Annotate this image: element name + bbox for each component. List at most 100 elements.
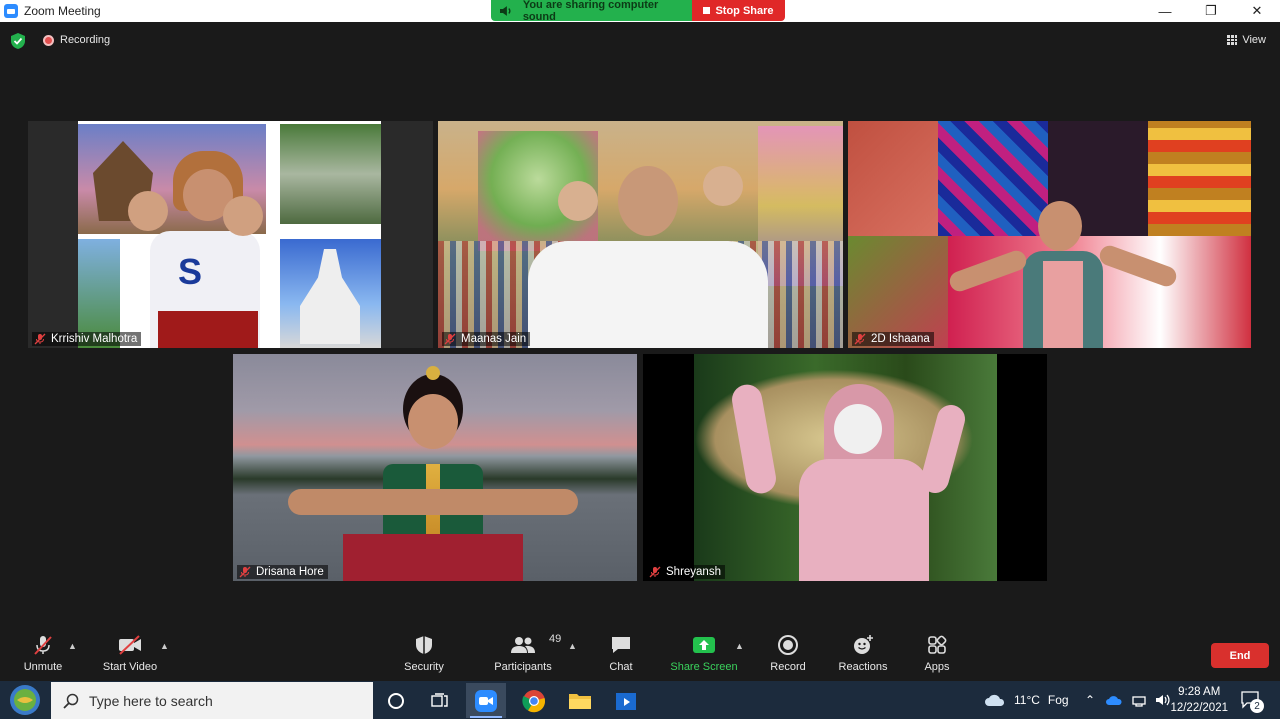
zoom-icon — [475, 689, 497, 712]
cortana-button[interactable] — [376, 683, 416, 718]
volume-icon[interactable] — [1155, 693, 1171, 707]
restore-button[interactable]: ❐ — [1188, 0, 1234, 22]
muted-mic-icon — [444, 333, 456, 345]
share-screen-button[interactable]: Share Screen — [668, 631, 740, 673]
meeting-top-bar: Recording View — [0, 22, 1280, 60]
start-video-label: Start Video — [102, 661, 158, 673]
video-options-caret[interactable]: ▲ — [160, 641, 169, 651]
muted-mic-icon — [854, 333, 866, 345]
security-button[interactable]: Security — [399, 631, 449, 673]
shield-icon — [416, 636, 432, 654]
participant-name-tag: Drisana Hore — [237, 565, 328, 579]
search-placeholder: Type here to search — [89, 692, 213, 709]
task-view-icon — [431, 692, 448, 707]
apps-label: Apps — [924, 661, 950, 673]
close-button[interactable]: ✕ — [1234, 0, 1280, 22]
chat-icon — [612, 637, 630, 653]
start-video-button[interactable]: Start Video — [100, 631, 160, 673]
onedrive-icon[interactable] — [1105, 694, 1123, 706]
security-label: Security — [404, 661, 444, 673]
participant-video: S — [78, 121, 381, 348]
stop-share-button[interactable]: Stop Share — [692, 0, 785, 21]
participant-video — [694, 354, 997, 581]
audio-options-caret[interactable]: ▲ — [68, 641, 77, 651]
participants-label: Participants — [494, 661, 552, 673]
start-orb-icon — [10, 685, 40, 715]
apps-button[interactable]: Apps — [918, 631, 956, 673]
video-tile-drisana[interactable]: Drisana Hore — [233, 354, 637, 581]
encryption-shield-icon[interactable] — [11, 33, 25, 49]
muted-mic-icon — [649, 566, 661, 578]
chrome-icon — [522, 689, 546, 712]
participant-name: Shreyansh — [666, 566, 721, 578]
smiley-icon — [854, 635, 873, 654]
taskbar-file-explorer[interactable] — [560, 683, 600, 718]
search-icon — [63, 693, 79, 709]
video-tile-krrishiv[interactable]: S Krrishiv Malhotra — [28, 121, 433, 348]
participant-name-tag: Shreyansh — [647, 565, 725, 579]
sharing-sound-text: You are sharing computer sound — [522, 0, 659, 21]
grid-view-icon — [1227, 35, 1238, 45]
reactions-label: Reactions — [838, 661, 888, 673]
weather-temp: 11°C — [1014, 693, 1040, 707]
tray-icons: ⌃ — [1085, 681, 1171, 719]
weather-widget[interactable]: 11°C Fog — [984, 681, 1069, 719]
reactions-button[interactable]: Reactions — [836, 631, 890, 673]
cortana-icon — [388, 692, 404, 709]
chat-label: Chat — [609, 661, 633, 673]
share-banner: You are sharing computer sound Stop Shar… — [491, 0, 785, 21]
weather-condition: Fog — [1047, 693, 1069, 707]
network-icon[interactable] — [1131, 693, 1147, 707]
unmute-button[interactable]: Unmute — [18, 631, 68, 673]
participants-icon — [511, 637, 535, 653]
window-controls: — ❐ ✕ — [1142, 0, 1280, 22]
view-label: View — [1242, 34, 1266, 46]
start-button[interactable] — [6, 684, 44, 716]
participant-name: Maanas Jain — [461, 333, 527, 345]
folder-icon — [569, 693, 591, 709]
participant-name: 2D Ishaana — [871, 333, 930, 345]
participant-video — [438, 121, 843, 348]
participants-button[interactable]: 49 Participants — [490, 631, 561, 673]
minimize-button[interactable]: — — [1142, 0, 1188, 22]
recording-indicator[interactable]: Recording — [43, 34, 110, 46]
chat-button[interactable]: Chat — [600, 631, 642, 673]
show-hidden-icons-chevron[interactable]: ⌃ — [1085, 693, 1095, 707]
muted-mic-icon — [239, 566, 251, 578]
taskbar-search-box[interactable]: Type here to search — [51, 682, 373, 719]
participants-options-caret[interactable]: ▲ — [568, 641, 577, 651]
record-label: Record — [770, 661, 806, 673]
share-options-caret[interactable]: ▲ — [735, 641, 744, 651]
clock-time: 9:28 AM — [1178, 686, 1221, 698]
window-title: Zoom Meeting — [24, 4, 101, 18]
participant-video — [233, 354, 637, 581]
video-tile-shreyansh[interactable]: Shreyansh — [643, 354, 1047, 581]
participant-name-tag: Krrishiv Malhotra — [32, 332, 142, 346]
share-screen-icon — [693, 637, 715, 653]
stop-icon — [703, 7, 711, 14]
sharing-sound-indicator: You are sharing computer sound — [491, 0, 692, 21]
muted-mic-icon — [34, 333, 46, 345]
taskbar-zoom-app[interactable] — [466, 683, 506, 718]
meeting-toolbar: Unmute ▲ Start Video ▲ Security 49 Parti… — [0, 631, 1280, 681]
taskbar-clock[interactable]: 9:28 AM 12/22/2021 — [1170, 684, 1228, 716]
speaker-icon — [499, 5, 511, 16]
zoom-window: Zoom Meeting — ❐ ✕ You are sharing compu… — [0, 0, 1280, 719]
video-tile-maanas[interactable]: Maanas Jain — [438, 121, 843, 348]
view-button[interactable]: View — [1227, 34, 1266, 46]
video-tile-ishaana[interactable]: 2D Ishaana — [848, 121, 1251, 348]
notification-center-button[interactable]: 2 — [1238, 687, 1264, 713]
participant-name: Krrishiv Malhotra — [51, 333, 138, 345]
participant-name-tag: 2D Ishaana — [852, 332, 934, 346]
end-meeting-button[interactable]: End — [1211, 643, 1269, 668]
unmute-label: Unmute — [23, 661, 63, 673]
taskbar-media-app[interactable] — [606, 683, 646, 718]
media-player-icon — [616, 692, 636, 710]
taskbar-chrome-app[interactable] — [514, 683, 554, 718]
participant-name-tag: Maanas Jain — [442, 332, 531, 346]
notification-count-badge: 2 — [1250, 699, 1264, 713]
recording-label: Recording — [60, 34, 111, 46]
task-view-button[interactable] — [420, 683, 460, 718]
record-button[interactable]: Record — [766, 631, 810, 673]
participant-name: Drisana Hore — [256, 566, 324, 578]
